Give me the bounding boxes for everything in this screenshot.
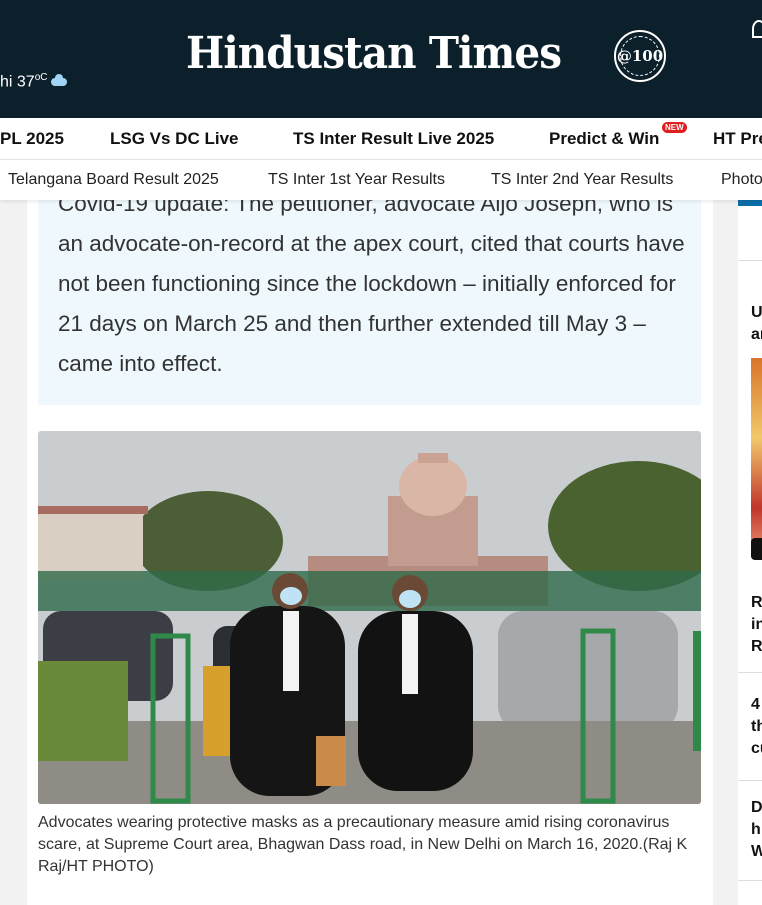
- subnav-photo[interactable]: Photo: [721, 171, 762, 189]
- new-badge: NEW: [662, 122, 687, 133]
- weather-text: hi 37: [0, 73, 35, 91]
- highlight-box: Covid-19 update: The petitioner, advocat…: [38, 200, 701, 405]
- nav-item-ht-premium[interactable]: HT Pre: [713, 129, 762, 149]
- sidebar-story-2-line-3[interactable]: R: [751, 636, 762, 658]
- sidebar-divider: [738, 260, 762, 261]
- sidebar-story-4-line-2[interactable]: h: [751, 819, 761, 841]
- centenary-seal: @100: [614, 30, 666, 82]
- sidebar-divider: [738, 780, 762, 781]
- nav-item-ipl[interactable]: PL 2025: [0, 129, 64, 149]
- sidebar-story-2-line-1[interactable]: R: [751, 592, 762, 614]
- photo-caption: Advocates wearing protective masks as a …: [38, 814, 688, 875]
- sidebar-story-4-line-3[interactable]: W: [751, 841, 762, 863]
- subnav-ts-inter-1st-year[interactable]: TS Inter 1st Year Results: [268, 171, 445, 189]
- article-photo[interactable]: [38, 431, 701, 804]
- nav-item-lsg-dc-live[interactable]: LSG Vs DC Live: [110, 129, 238, 149]
- secondary-nav: Telangana Board Result 2025 TS Inter 1st…: [0, 160, 762, 200]
- sidebar-divider: [738, 880, 762, 881]
- subnav-telangana-board-result[interactable]: Telangana Board Result 2025: [8, 171, 219, 189]
- sidebar-story-4-line-1[interactable]: D: [751, 797, 762, 819]
- sidebar-story-1-line-2[interactable]: ar: [751, 324, 762, 346]
- subnav-ts-inter-2nd-year[interactable]: TS Inter 2nd Year Results: [491, 171, 673, 189]
- supreme-court-photo: [38, 431, 701, 804]
- weather-widget[interactable]: hi 37oC: [0, 72, 67, 91]
- sidebar-story-3-line-1[interactable]: 4: [751, 694, 760, 716]
- sidebar-story-3-line-2[interactable]: th: [751, 716, 762, 738]
- sidebar-accent-bar: [738, 200, 762, 206]
- highlight-text: Covid-19 update: The petitioner, advocat…: [58, 200, 685, 376]
- user-icon[interactable]: [752, 20, 762, 38]
- primary-nav: PL 2025 LSG Vs DC Live TS Inter Result L…: [0, 118, 762, 160]
- masthead: hi 37oC Hindustan Times @100: [0, 0, 762, 118]
- video-play-icon[interactable]: [751, 538, 762, 560]
- sidebar-story-thumbnail[interactable]: [751, 358, 762, 558]
- cloud-icon: [50, 74, 67, 87]
- sidebar-story-1-line-1[interactable]: U: [751, 302, 762, 324]
- sidebar-story-2-line-2[interactable]: in: [751, 614, 762, 636]
- article-body: Covid-19 update: The petitioner, advocat…: [27, 200, 713, 905]
- sidebar-divider: [738, 672, 762, 673]
- nav-item-predict-win[interactable]: Predict & Win: [549, 129, 659, 149]
- nav-item-ts-inter-result-live[interactable]: TS Inter Result Live 2025: [293, 129, 494, 149]
- site-logo[interactable]: Hindustan Times: [186, 28, 562, 79]
- weather-unit: oC: [34, 72, 48, 83]
- sidebar-story-3-line-3[interactable]: cu: [751, 738, 762, 760]
